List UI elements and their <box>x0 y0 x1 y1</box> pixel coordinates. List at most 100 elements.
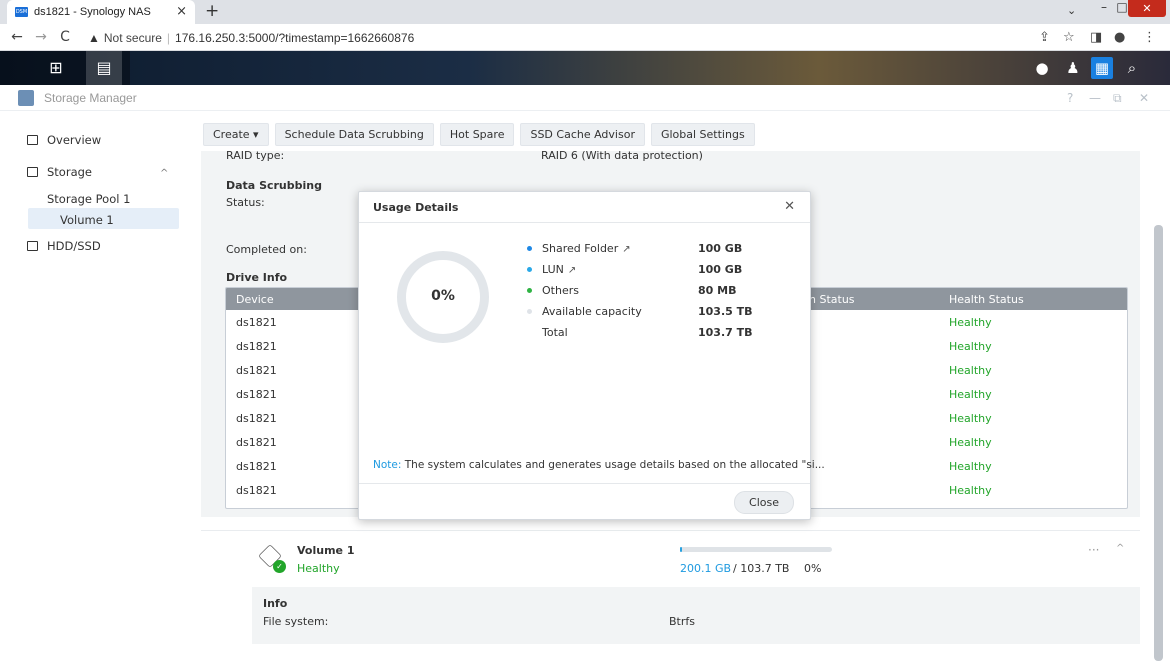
legend-value: 100 GB <box>698 242 743 255</box>
volume-used: 200.1 GB <box>680 562 732 575</box>
raid-type-value: RAID 6 (With data protection) <box>541 149 703 162</box>
legend-dot-icon <box>527 246 532 251</box>
dialog-footer: Close <box>359 483 810 519</box>
volume-card: ✓ Volume 1 Healthy 200.1 GB / 103.7 TB 0… <box>201 530 1140 658</box>
notifications-icon[interactable]: ● <box>1031 57 1053 79</box>
device-cell: ds1821 <box>236 388 277 401</box>
sidebar-item-hdd[interactable]: HDD/SSD <box>27 239 101 253</box>
usage-percent: 0% <box>431 288 455 304</box>
schedule-scrubbing-button[interactable]: Schedule Data Scrubbing <box>274 123 434 146</box>
sidebar-item-label: Storage <box>47 165 92 179</box>
close-button[interactable]: Close <box>734 491 794 514</box>
legend-name-text: Total <box>542 326 568 339</box>
sidebar-item-storage[interactable]: Storage <box>27 165 92 179</box>
collapse-chevron-icon[interactable]: ^ <box>1116 543 1124 554</box>
reload-icon[interactable]: C <box>58 29 72 45</box>
device-cell: ds1821 <box>236 364 277 377</box>
minimize-button[interactable]: – <box>1096 0 1112 16</box>
global-settings-button[interactable]: Global Settings <box>650 123 755 146</box>
legend-name: Shared Folder ↗ <box>542 242 631 255</box>
sidebar-item-storage-pool[interactable]: Storage Pool 1 <box>47 192 130 206</box>
legend-dot-icon <box>527 267 532 272</box>
create-button[interactable]: Create ▾ <box>203 123 269 146</box>
chevron-up-icon[interactable]: ^ <box>160 168 168 179</box>
legend-name: Others <box>542 284 579 297</box>
column-header-allocation-status[interactable]: n Status <box>809 293 855 306</box>
device-cell: ds1821 <box>236 412 277 425</box>
legend-name-text: Others <box>542 284 579 297</box>
user-icon[interactable]: ♟ <box>1062 57 1084 79</box>
file-system-label: File system: <box>263 615 329 628</box>
note-text: The system calculates and generates usag… <box>401 459 825 471</box>
app-title-bar: Storage Manager <box>0 85 1170 111</box>
usage-details-dialog: Usage Details ✕ 0% Shared Folder ↗ 100 GB L… <box>358 191 825 520</box>
column-header-health-status[interactable]: Health Status <box>949 293 1024 306</box>
hot-spare-button[interactable]: Hot Spare <box>439 123 515 146</box>
legend-name-text: Available capacity <box>542 305 642 318</box>
storage-manager-icon <box>18 89 34 106</box>
bookmark-star-icon[interactable]: ☆ <box>1063 30 1075 45</box>
content-scrollbar[interactable] <box>1154 225 1163 661</box>
external-link-icon[interactable]: ↗ <box>622 244 630 255</box>
health-status-cell: Healthy <box>949 316 992 329</box>
browser-menu-icon[interactable]: ⋮ <box>1143 30 1156 45</box>
restore-app-icon[interactable]: ⧉ <box>1113 91 1122 106</box>
close-app-icon[interactable]: ✕ <box>1139 91 1149 105</box>
profile-icon[interactable]: ● <box>1114 30 1125 45</box>
side-panel-icon[interactable]: ◨ <box>1090 30 1102 45</box>
tab-search-icon[interactable]: ⌄ <box>1067 4 1076 17</box>
file-system-value: Btrfs <box>669 615 695 628</box>
health-status-cell: Healthy <box>949 460 992 473</box>
back-arrow-icon[interactable]: ← <box>10 29 24 45</box>
volume-name: Volume 1 <box>297 544 355 557</box>
overview-icon <box>27 135 38 145</box>
legend-value: 103.7 TB <box>698 326 753 339</box>
note-prefix: Note: <box>373 459 402 471</box>
legend-name: Available capacity <box>542 305 642 318</box>
sidebar-item-overview[interactable]: Overview <box>27 133 101 147</box>
external-link-icon[interactable]: ↗ <box>568 265 576 276</box>
new-tab-button[interactable]: + <box>205 1 219 21</box>
raid-type-label: RAID type: <box>226 149 285 162</box>
dsm-taskbar: ⊞ ▤ ● ♟ ▦ ⌕ <box>0 51 1170 85</box>
help-icon[interactable]: ? <box>1067 91 1073 105</box>
browser-tab[interactable]: DSM ds1821 - Synology NAS × <box>7 0 195 24</box>
sidebar-item-label: Overview <box>47 133 102 147</box>
tab-title: ds1821 - Synology NAS <box>34 6 151 18</box>
url-omnibox[interactable]: ▲ Not secure | 176.16.250.3:5000/?timest… <box>88 27 1038 48</box>
tab-close-icon[interactable]: × <box>176 4 187 19</box>
app-title: Storage Manager <box>44 90 137 105</box>
column-header-device[interactable]: Device <box>236 293 274 306</box>
sidebar-item-label: HDD/SSD <box>47 239 101 253</box>
browser-tab-strip: DSM ds1821 - Synology NAS × + ⌄ – □ ✕ <box>0 0 1170 24</box>
health-status-cell: Healthy <box>949 364 992 377</box>
volume-status: Healthy <box>297 562 340 575</box>
address-bar: ← → C ▲ Not secure | 176.16.250.3:5000/?… <box>0 24 1170 51</box>
close-window-button[interactable]: ✕ <box>1128 0 1166 17</box>
device-cell: ds1821 <box>236 460 277 473</box>
legend-item: LUN ↗ 100 GB <box>527 262 777 283</box>
more-options-icon[interactable]: ··· <box>1088 543 1099 557</box>
main-menu-icon[interactable]: ⊞ <box>45 57 67 79</box>
legend-value: 103.5 TB <box>698 305 753 318</box>
volume-usage-fill <box>680 547 682 552</box>
widgets-icon[interactable]: ▦ <box>1091 57 1113 79</box>
sidebar-item-volume[interactable]: Volume 1 <box>60 213 114 227</box>
storage-manager-taskbar-icon[interactable]: ▤ <box>86 51 122 85</box>
legend-item: Available capacity 103.5 TB <box>527 304 777 325</box>
hdd-icon <box>27 241 38 251</box>
share-icon[interactable]: ⇪ <box>1039 30 1050 45</box>
legend-value: 100 GB <box>698 263 743 276</box>
dialog-close-icon[interactable]: ✕ <box>784 199 795 214</box>
minimize-app-icon[interactable]: — <box>1089 91 1101 105</box>
forward-arrow-icon[interactable]: → <box>34 29 48 45</box>
ssd-cache-advisor-button[interactable]: SSD Cache Advisor <box>520 123 645 146</box>
search-icon[interactable]: ⌕ <box>1121 57 1143 79</box>
info-heading: Info <box>263 597 288 610</box>
legend-dot-icon <box>527 288 532 293</box>
device-cell: ds1821 <box>236 436 277 449</box>
device-cell: ds1821 <box>236 484 277 497</box>
legend-name: Total <box>542 326 568 339</box>
volume-info-box: Info File system: Btrfs <box>252 587 1140 644</box>
legend-item: Others 80 MB <box>527 283 777 304</box>
